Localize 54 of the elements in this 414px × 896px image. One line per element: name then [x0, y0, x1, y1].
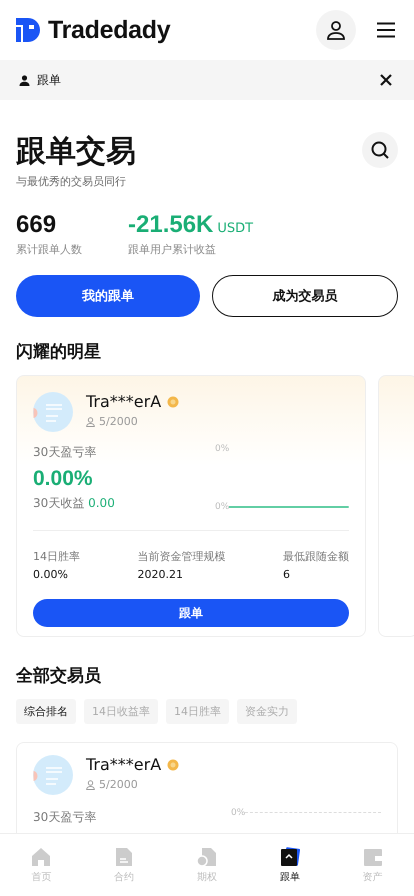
trader-card[interactable]: Tra***erA 5/2000 30天盈亏率 0.00% 30天收益 0.00 0% 0% 14日胜率 0.00% 当前资金管理规模 2020.21 最低跟随金额 6 跟单 [16, 375, 366, 637]
my-copy-trades-button[interactable]: 我的跟单 [16, 275, 200, 317]
follow-button[interactable]: 跟单 [33, 599, 349, 627]
search-button[interactable] [362, 132, 398, 168]
stat-unit: USDT [217, 221, 254, 236]
axis-label: 0% [215, 502, 230, 512]
follower-count: 5/2000 [99, 415, 138, 428]
stat-label: 跟单用户累计收益 [128, 242, 217, 257]
close-icon[interactable] [380, 74, 392, 86]
followers-icon [86, 780, 95, 790]
document-icon [114, 846, 134, 866]
page-subtitle: 与最优秀的交易员同行 [16, 174, 127, 189]
axis-label: 0% [231, 808, 246, 818]
cards-icon [280, 846, 300, 866]
search-icon [370, 140, 390, 160]
metric-label: 30天收益 [33, 496, 84, 510]
section-title: 全部交易员 [14, 665, 102, 687]
nav-tab[interactable]: 跟单 [260, 846, 320, 884]
stat-label: 累计跟单人数 [16, 242, 82, 257]
profit-value: 0.00 [88, 496, 115, 510]
metric-label: 当前资金管理规模 [138, 549, 226, 564]
metric-value: 2020.21 [138, 568, 184, 581]
profile-button[interactable] [316, 10, 356, 50]
avatar-drawing [33, 392, 73, 432]
home-icon [31, 846, 52, 866]
follower-count: 5/2000 [99, 778, 138, 791]
followers-icon [86, 416, 95, 426]
page-title: 跟单交易 [16, 133, 136, 171]
breadcrumb-label: 跟单 [37, 72, 61, 88]
axis-label: 0% [215, 444, 230, 454]
trader-name: Tra***erA [86, 755, 162, 774]
wallet-icon [362, 846, 383, 866]
filter-tab[interactable]: 综合排名 [16, 699, 76, 724]
badge-icon [167, 758, 180, 770]
pnl-value: 0.00% [33, 467, 94, 491]
stat-value: 669 [16, 211, 56, 239]
user-icon [325, 19, 347, 41]
person-icon [19, 74, 30, 86]
avatar-drawing [33, 755, 73, 795]
document-icon [196, 846, 217, 866]
metric-label: 最低跟随金额 [283, 549, 349, 564]
metric-label: 14日胜率 [33, 549, 80, 564]
trader-name: Tra***erA [86, 392, 162, 411]
badge-icon [167, 396, 180, 408]
logo-icon [16, 18, 40, 42]
brand-name: Tradedady [48, 16, 170, 44]
metric-label: 30天盈亏率 [33, 444, 98, 461]
metric-value: 6 [283, 568, 291, 581]
metric-value: 0.00% [33, 568, 69, 581]
section-title: 闪耀的明星 [15, 341, 102, 363]
become-trader-button[interactable]: 成为交易员 [212, 275, 398, 317]
menu-icon[interactable] [376, 22, 396, 38]
stat-value: -21.56K [128, 211, 214, 239]
metric-label: 30天盈亏率 [33, 809, 96, 826]
